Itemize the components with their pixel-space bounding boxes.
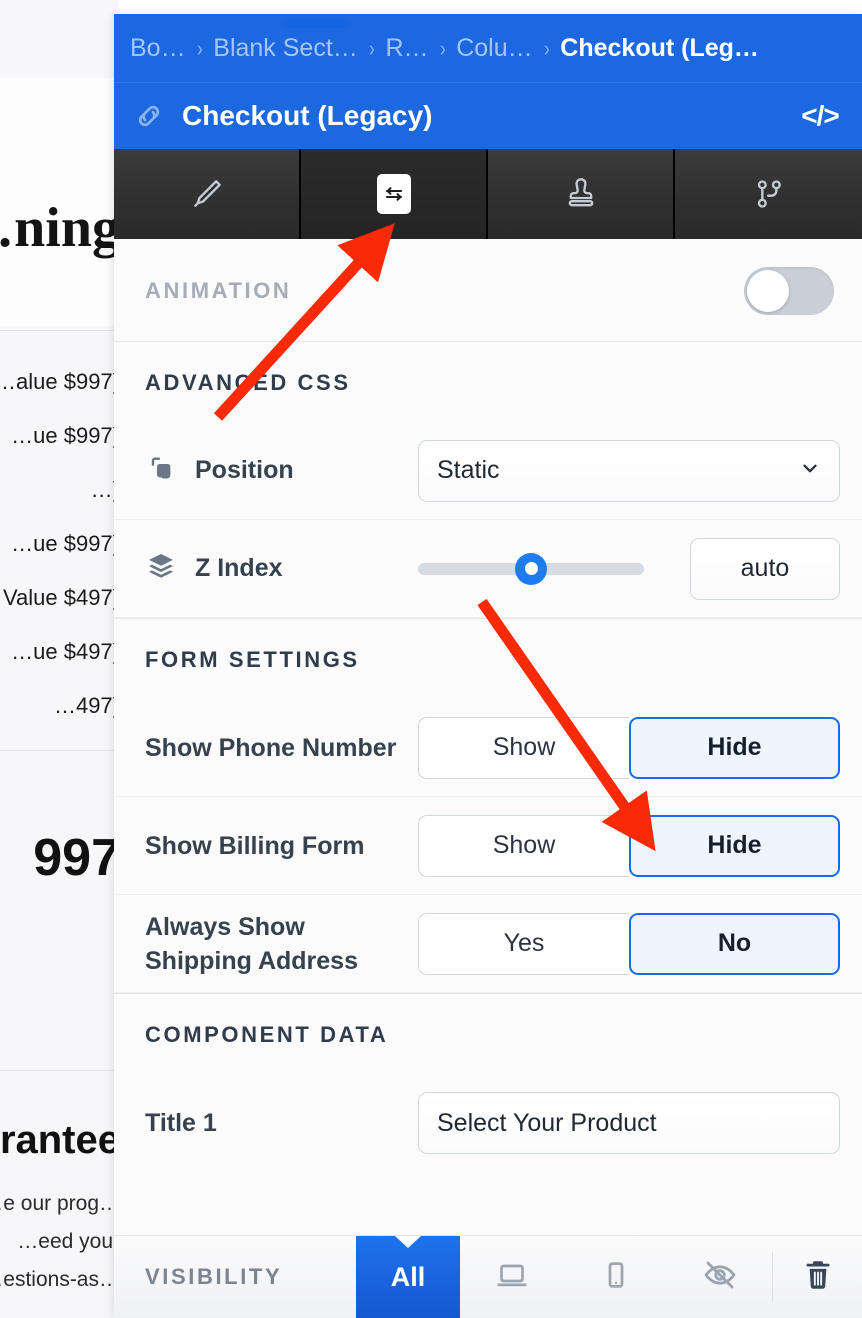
section-component-data: COMPONENT DATA (114, 994, 862, 1074)
bg-price: 997 (33, 829, 118, 887)
slider-thumb[interactable] (515, 552, 547, 585)
delete-button[interactable] (773, 1236, 862, 1318)
breadcrumb-item-2[interactable]: R… (385, 34, 428, 63)
row-show-phone-number: Show Phone Number Show Hide (114, 699, 862, 797)
selected-notch (395, 1236, 421, 1248)
panel-drag-handle[interactable] (284, 19, 348, 28)
row-label: Z Index (195, 554, 283, 582)
section-animation: ANIMATION (114, 239, 862, 341)
visibility-all-label: All (390, 1261, 426, 1292)
row-label: Show Billing Form (145, 831, 365, 860)
chevron-right-icon: › (543, 34, 550, 61)
list-item: …alue $997) (0, 369, 118, 394)
position-select-value: Static (437, 456, 500, 484)
page-title: Checkout (Legacy) (182, 100, 433, 131)
row-label: Position (195, 456, 294, 484)
paragraph-line: …e our prog… (0, 1192, 118, 1215)
list-item: …Value $497) (0, 585, 118, 610)
option-hide[interactable]: Hide (629, 814, 840, 877)
layers-icon (145, 550, 179, 587)
code-view-icon[interactable]: </> (800, 100, 840, 132)
show-phone-number-toggle: Show Hide (418, 716, 840, 779)
tab-settings[interactable] (301, 149, 488, 239)
chevron-right-icon: › (439, 34, 446, 61)
mobile-icon (598, 1257, 634, 1298)
z-index-slider[interactable] (418, 549, 644, 589)
chevron-right-icon: › (196, 34, 203, 61)
position-icon (145, 452, 179, 489)
section-title: FORM SETTINGS (145, 647, 360, 672)
paragraph-line: …eed your (17, 1230, 118, 1253)
settings-panel: Bo… › Blank Sect… › R… › Colu… › Checkou… (114, 14, 862, 1318)
tab-stamp[interactable] (488, 149, 675, 239)
visibility-all-button[interactable]: All (356, 1236, 460, 1318)
chevron-right-icon: › (368, 34, 375, 61)
show-billing-form-toggle: Show Hide (418, 814, 840, 877)
row-show-billing-form: Show Billing Form Show Hide (114, 797, 862, 895)
title-1-input[interactable]: Select Your Product (418, 1092, 840, 1154)
tab-conditions[interactable] (675, 149, 862, 239)
section-title: ADVANCED CSS (145, 370, 351, 395)
bg-guarantee-body: …e our prog… …eed your …estions-as… (0, 1185, 118, 1299)
screenshot-root: …ning …alue $997) …ue $997) …) …ue $997)… (0, 0, 862, 1318)
breadcrumb-item-4[interactable]: Checkout (Leg… (560, 34, 759, 63)
option-yes[interactable]: Yes (418, 912, 629, 975)
section-advanced-css: ADVANCED CSS (114, 342, 862, 422)
list-item: …ue $497) (11, 639, 118, 664)
breadcrumb-item-1[interactable]: Blank Sect… (213, 34, 358, 63)
position-select[interactable]: Static (418, 439, 840, 502)
row-always-show-shipping-address: Always Show Shipping Address Yes No (114, 895, 862, 993)
paragraph-line: …estions-as… (0, 1268, 118, 1291)
panel-tab-bar (114, 149, 862, 239)
z-index-value: auto (740, 554, 790, 582)
bg-guarantee-heading: …rantee (0, 1118, 118, 1162)
option-show[interactable]: Show (418, 814, 629, 877)
breadcrumb-item-0[interactable]: Bo… (130, 34, 186, 63)
list-item: …497) (53, 693, 118, 718)
row-title-1: Title 1 Select Your Product (114, 1074, 862, 1172)
visibility-desktop-button[interactable] (460, 1236, 564, 1318)
bg-divider-2 (0, 750, 118, 751)
option-show[interactable]: Show (418, 716, 629, 779)
breadcrumb-item-3[interactable]: Colu… (456, 34, 532, 63)
list-item: …ue $997) (11, 423, 118, 448)
bg-heading: …ning (0, 197, 118, 259)
always-show-shipping-address-toggle: Yes No (418, 912, 840, 975)
animation-toggle[interactable] (744, 267, 834, 315)
section-title: COMPONENT DATA (145, 1022, 389, 1047)
option-no[interactable]: No (629, 912, 840, 975)
panel-content: ANIMATION ADVANCED CSS Position Static Z… (114, 239, 862, 1235)
visibility-label: VISIBILITY (145, 1264, 283, 1289)
link-icon (132, 99, 166, 133)
toggle-knob (747, 270, 789, 312)
title-1-value: Select Your Product (437, 1108, 657, 1137)
section-title: ANIMATION (145, 278, 292, 303)
row-position: Position Static (114, 422, 862, 520)
visibility-mobile-button[interactable] (564, 1236, 668, 1318)
row-z-index: Z Index auto (114, 520, 862, 618)
chevron-down-icon (799, 457, 821, 485)
eye-off-icon (701, 1256, 739, 1299)
z-index-input[interactable]: auto (690, 537, 840, 600)
bg-divider-1 (0, 330, 118, 331)
bg-bonus-list: …alue $997) …ue $997) …) …ue $997) …Valu… (0, 355, 118, 733)
panel-title-bar: Checkout (Legacy) </> (114, 82, 862, 149)
row-label: Show Phone Number (145, 733, 397, 762)
section-form-settings: FORM SETTINGS (114, 619, 862, 699)
row-label: Title 1 (145, 1108, 217, 1137)
visibility-hidden-button[interactable] (668, 1236, 772, 1318)
desktop-icon (494, 1257, 530, 1298)
option-hide[interactable]: Hide (629, 716, 840, 779)
sliders-icon (376, 174, 411, 214)
bg-divider-3 (0, 1070, 118, 1071)
breadcrumb: Bo… › Blank Sect… › R… › Colu… › Checkou… (114, 14, 862, 82)
visibility-bar: VISIBILITY All (114, 1235, 862, 1318)
list-item: …ue $997) (11, 531, 118, 556)
trash-icon (800, 1257, 836, 1298)
row-label: Always Show Shipping Address (145, 912, 358, 975)
background-page: …ning …alue $997) …ue $997) …) …ue $997)… (0, 0, 118, 1318)
tab-style[interactable] (114, 149, 301, 239)
list-item: …) (90, 477, 118, 502)
